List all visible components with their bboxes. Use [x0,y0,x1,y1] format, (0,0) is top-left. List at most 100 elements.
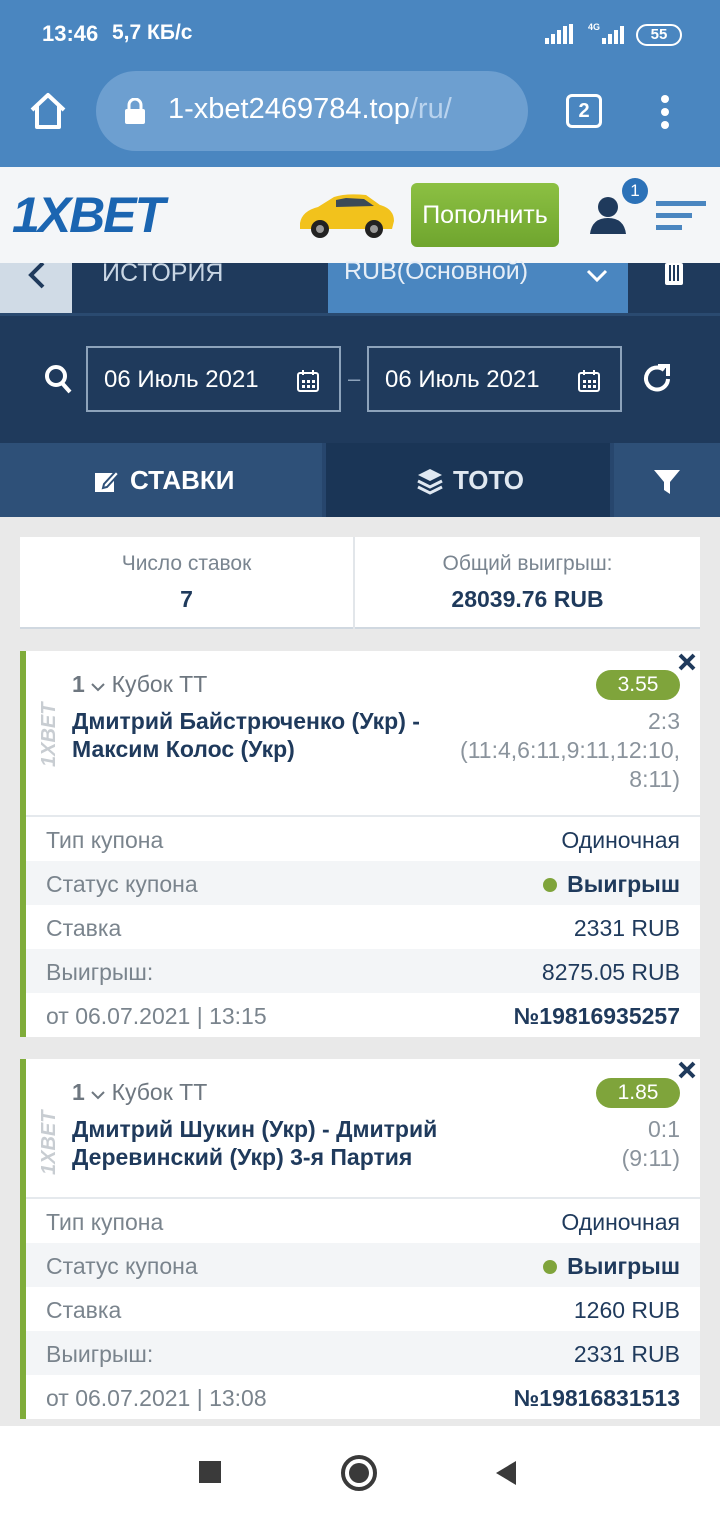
bet-score-detail: (9:11) [621,1145,680,1171]
coupon-type-label: Тип купона [46,827,164,853]
coupon-number[interactable]: №19816935257 [514,1003,680,1030]
coupon-meta-row: от 06.07.2021 | 13:08 №19816831513 [26,1375,700,1419]
bet-card[interactable]: 1XBET 1 Кубок ТТ Дмитрий Байстрюченко (У… [20,651,700,1037]
back-nav-icon[interactable] [494,1459,518,1487]
page-title: ИСТОРИЯ [102,259,224,287]
coupon-type-label: Тип купона [46,1209,164,1235]
status-bar: 13:46 5,7 КБ/с 4G 55 [0,0,720,68]
stake-label: Ставка [46,915,122,941]
win-row: Выигрыш: 2331 RUB [26,1331,700,1375]
bet-card-header: 1XBET 1 Кубок ТТ Дмитрий Шукин (Укр) - Д… [26,1059,700,1199]
bet-score-detail: (11:4,6:11,9:11,12:10,8:11) [460,737,680,792]
coupon-status-label: Статус купона [46,871,198,897]
stake-value: 1260 RUB [573,1297,680,1323]
coupon-status-text: Выигрыш [567,871,680,897]
coupon-meta-row: от 06.07.2021 | 13:15 №19816935257 [26,993,700,1037]
coupon-status-value: Выигрыш [543,871,680,898]
bet-league[interactable]: 1 Кубок ТТ [72,1079,207,1106]
card-watermark-logo: 1XBET [38,702,60,767]
win-row: Выигрыш: 8275.05 RUB [26,949,700,993]
coupon-status-row: Статус купона Выигрыш [26,1243,700,1287]
bets-count-label: Число ставок [121,552,252,575]
tab-switcher-button[interactable]: 2 [566,94,602,128]
trash-icon[interactable] [662,263,686,287]
tab-toto-label: ТОТО [453,465,524,495]
coupon-type-row: Тип купона Одиночная [26,1199,700,1243]
lock-icon [125,98,145,124]
refresh-icon[interactable] [640,362,674,396]
filter-button[interactable] [614,443,720,517]
search-icon[interactable] [44,364,72,394]
url-text: 1-xbet2469784.top/ru/ [168,93,452,126]
more-menu-icon[interactable] [660,95,670,129]
bet-odds-badge: 1.85 [596,1078,680,1108]
stake-label: Ставка [46,1297,122,1323]
stake-value: 2331 RUB [573,915,680,941]
bets-count-value: 7 [180,586,193,612]
coupon-status-text: Выигрыш [567,1253,680,1279]
total-win-cell: Общий выигрыш: 28039.76 RUB [355,537,700,629]
filter-icon [654,470,680,494]
bet-card[interactable]: 1XBET 1 Кубок ТТ Дмитрий Шукин (Укр) - Д… [20,1059,700,1419]
mobile-signal-icon: 4G [588,22,624,44]
bet-score: 2:3 (11:4,6:11,9:11,12:10,8:11) [450,707,680,794]
bet-score: 0:1 (9:11) [590,1115,680,1173]
notification-badge: 1 [622,178,648,204]
chevron-down-icon [91,1091,105,1100]
coupon-status-row: Статус купона Выигрыш [26,861,700,905]
bet-league[interactable]: 1 Кубок ТТ [72,671,207,698]
tab-bets-label: СТАВКИ [130,465,235,495]
bet-league-name: Кубок ТТ [111,671,208,697]
calendar-icon [297,370,319,392]
bet-event-count: 1 [72,671,85,697]
date-to-field[interactable]: 06 Июль 2021 [367,346,622,412]
bets-summary: Число ставок 7 Общий выигрыш: 28039.76 R… [20,537,700,629]
car-promo-icon[interactable] [294,189,398,241]
bet-card-header: 1XBET 1 Кубок ТТ Дмитрий Байстрюченко (У… [26,651,700,817]
coupon-date: от 06.07.2021 | 13:08 [46,1385,267,1411]
total-win-value: 28039.76 RUB [451,586,604,612]
signal-icon [545,24,573,44]
coupon-number[interactable]: №19816831513 [514,1385,680,1412]
bet-odds-badge: 3.55 [596,670,680,700]
edit-icon [95,469,120,492]
bet-match: Дмитрий Байстрюченко (Укр) - Максим Коло… [72,708,420,762]
stake-row: Ставка 2331 RUB [26,905,700,949]
coupon-type-value: Одиночная [561,827,680,853]
bet-score-main: 2:3 [648,708,680,734]
bet-league-name: Кубок ТТ [111,1079,208,1105]
win-value: 8275.05 RUB [541,959,680,985]
win-value: 2331 RUB [573,1341,680,1367]
tab-bets[interactable]: СТАВКИ [0,443,322,517]
hamburger-menu-icon[interactable] [656,201,708,231]
site-logo[interactable]: 1XBET [12,186,165,244]
recent-apps-icon[interactable] [199,1461,221,1483]
card-watermark-logo: 1XBET [38,1110,60,1175]
chevron-down-icon [91,683,105,692]
calendar-icon [578,370,600,392]
user-account-icon[interactable] [590,196,626,234]
svg-text:4G: 4G [588,22,600,32]
home-icon[interactable] [28,92,68,130]
layers-icon [417,469,443,495]
currency-select[interactable]: RUB(Основной) [328,257,628,313]
status-dot-icon [543,1260,558,1274]
date-from-value: 06 Июль 2021 [104,366,259,393]
address-bar[interactable]: 1-xbet2469784.top/ru/ [96,71,528,151]
battery-indicator: 55 [636,24,682,46]
coupon-date: от 06.07.2021 | 13:15 [46,1003,267,1029]
stake-row: Ставка 1260 RUB [26,1287,700,1331]
chevron-down-icon [586,269,608,283]
total-win-label: Общий выигрыш: [442,552,613,575]
date-to-value: 06 Июль 2021 [385,366,540,393]
deposit-button[interactable]: Пополнить [411,183,559,247]
bets-count-cell: Число ставок 7 [20,537,353,629]
close-icon[interactable] [678,653,696,671]
home-nav-icon[interactable] [341,1455,377,1491]
status-time: 13:46 [42,21,99,46]
close-icon[interactable] [678,1061,696,1079]
coupon-status-label: Статус купона [46,1253,198,1279]
date-from-field[interactable]: 06 Июль 2021 [86,346,341,412]
back-button[interactable] [0,263,72,313]
tab-toto[interactable]: ТОТО [326,443,610,517]
